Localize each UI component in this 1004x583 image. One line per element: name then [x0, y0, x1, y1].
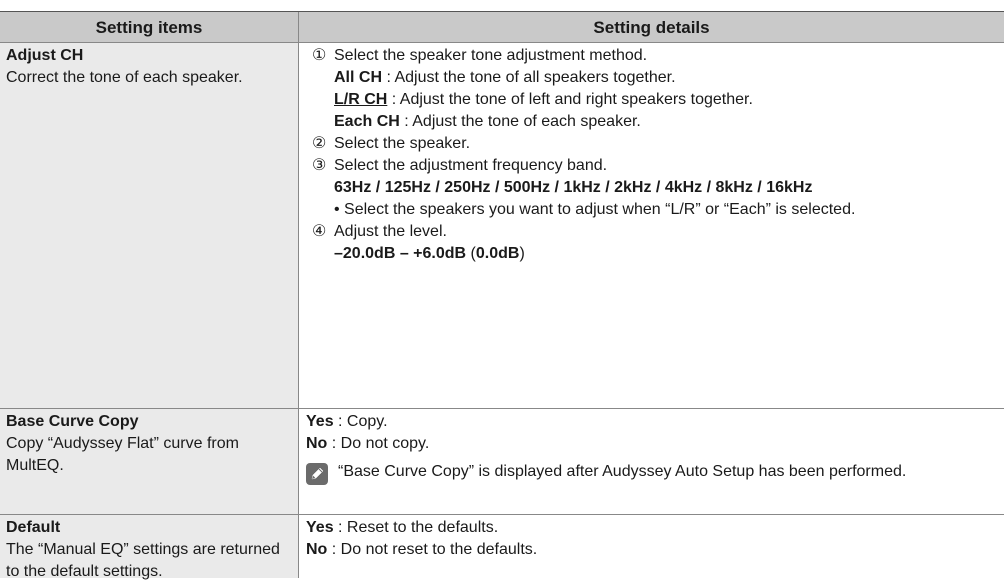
header-setting-details: Setting details: [593, 18, 710, 37]
settings-table: Setting items Setting details Adjust CH …: [0, 0, 1004, 580]
option-text: : Adjust the tone of each speaker.: [399, 113, 641, 130]
row-divider: [0, 408, 1004, 409]
step-2: ② Select the speaker.: [312, 133, 992, 155]
option-no: No : Do not reset to the defaults.: [306, 539, 994, 561]
step-text: Select the speaker tone adjustment metho…: [334, 47, 648, 64]
table-row-adjust-ch-item: Adjust CH Correct the tone of each speak…: [6, 45, 294, 89]
option-yes: Yes : Copy.: [306, 411, 994, 433]
step-4: ④ Adjust the level.: [312, 221, 992, 243]
table-header: Setting items Setting details: [0, 12, 1004, 43]
step-3: ③ Select the adjustment frequency band.: [312, 155, 992, 177]
option-text: : Adjust the tone of all speakers togeth…: [382, 69, 676, 86]
option-label-default: L/R CH: [334, 91, 388, 108]
option-text: : Do not reset to the defaults.: [327, 541, 538, 558]
bullet-note: • Select the speakers you want to adjust…: [334, 201, 856, 218]
range-paren-close: ): [519, 245, 525, 262]
option-yes: Yes : Reset to the defaults.: [306, 517, 994, 539]
range-paren-open: (: [466, 245, 476, 262]
table-row-base-curve-copy-item: Base Curve Copy Copy “Audyssey Flat” cur…: [6, 411, 294, 477]
step-number: ②: [312, 135, 327, 152]
frequency-bands: 63Hz / 125Hz / 250Hz / 500Hz / 1kHz / 2k…: [334, 179, 813, 196]
row-adjust-ch-label-bg: [0, 43, 298, 408]
range-default: 0.0dB: [475, 245, 520, 262]
table-row-base-curve-copy-details: Yes : Copy. No : Do not copy. “Base Curv…: [306, 411, 994, 485]
option-text: : Do not copy.: [327, 435, 430, 452]
option-text: : Adjust the tone of left and right spea…: [387, 91, 753, 108]
note-text: “Base Curve Copy” is displayed after Aud…: [338, 463, 907, 480]
step-1: ① Select the speaker tone adjustment meth…: [312, 45, 992, 67]
option-all-ch: All CH : Adjust the tone of all speakers…: [312, 67, 992, 89]
option-label: Yes: [306, 413, 334, 430]
step-text: Select the speaker.: [334, 135, 471, 152]
option-each-ch: Each CH : Adjust the tone of each speake…: [312, 111, 992, 133]
level-range: –20.0dB – +6.0dB (0.0dB): [312, 243, 992, 265]
item-name: Adjust CH: [6, 47, 84, 64]
option-no: No : Do not copy.: [306, 433, 994, 455]
step-text: Select the adjustment frequency band.: [334, 157, 608, 174]
header-setting-items: Setting items: [95, 18, 203, 37]
column-divider: [298, 12, 299, 578]
step-number: ③: [312, 157, 327, 174]
option-label: No: [306, 435, 328, 452]
option-text: : Copy.: [333, 413, 388, 430]
option-text: : Reset to the defaults.: [333, 519, 499, 536]
row-divider: [0, 514, 1004, 515]
item-name: Default: [6, 519, 61, 536]
step-number: ①: [312, 47, 327, 64]
option-label: No: [306, 541, 328, 558]
table-row-default-details: Yes : Reset to the defaults. No : Do not…: [306, 517, 994, 561]
option-label: Each CH: [334, 113, 400, 130]
option-label: Yes: [306, 519, 334, 536]
option-lr-ch: L/R CH : Adjust the tone of left and rig…: [312, 89, 992, 111]
step-number: ④: [312, 223, 327, 240]
item-description: Copy “Audyssey Flat” curve from MultEQ.: [6, 435, 239, 474]
range-value: –20.0dB – +6.0dB: [334, 245, 467, 262]
item-description: The “Manual EQ” settings are returned to…: [6, 541, 280, 580]
pencil-note-icon: [306, 463, 328, 485]
option-label: All CH: [334, 69, 382, 86]
step-text: Adjust the level.: [334, 223, 447, 240]
table-row-default-item: Default The “Manual EQ” settings are ret…: [6, 517, 294, 583]
item-name: Base Curve Copy: [6, 413, 139, 430]
table-row-adjust-ch-details: ① Select the speaker tone adjustment meth…: [312, 45, 992, 265]
item-description: Correct the tone of each speaker.: [6, 69, 243, 86]
note-block: “Base Curve Copy” is displayed after Aud…: [306, 461, 994, 485]
